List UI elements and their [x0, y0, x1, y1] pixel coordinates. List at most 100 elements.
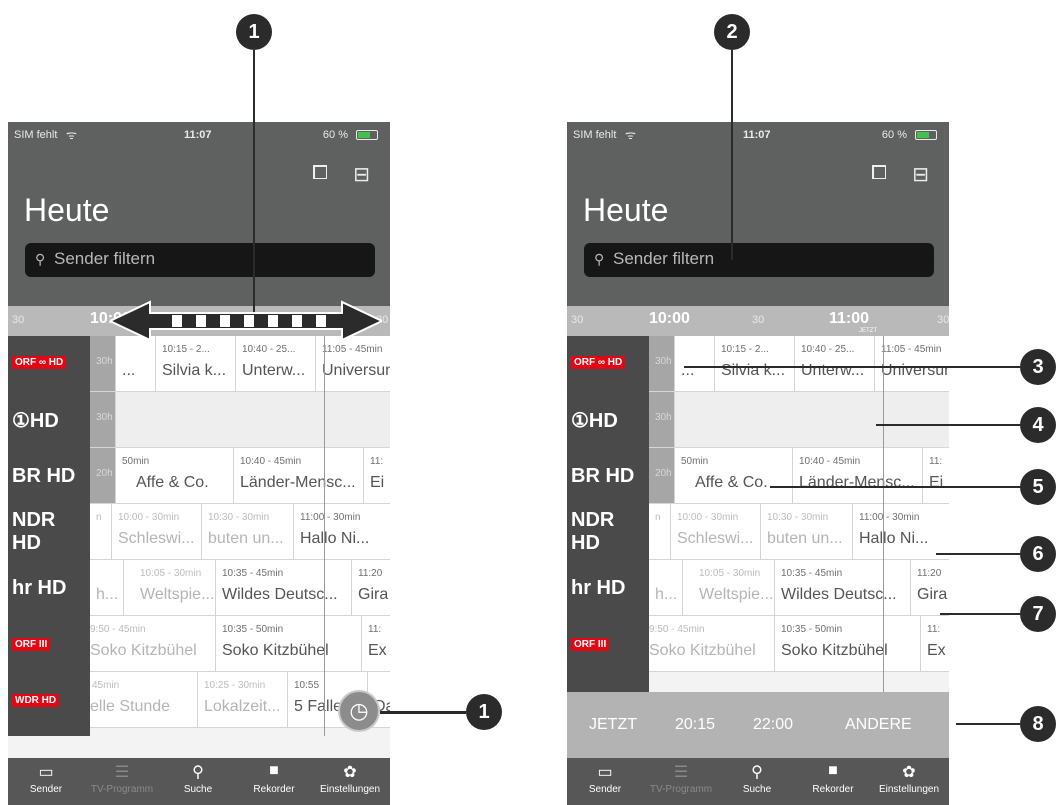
battery-icon: [356, 130, 378, 140]
program-cell[interactable]: 11: Ex: [362, 616, 390, 671]
program-cell[interactable]: 11: Ei: [364, 448, 390, 503]
channel-logo-das-erste[interactable]: ①HD: [12, 400, 86, 440]
program-cell[interactable]: 10:40 - 45min Länder-Mensc...: [234, 448, 364, 503]
tab-sender[interactable]: ▭ Sender: [8, 762, 84, 795]
catchup-cell[interactable]: 30h: [90, 336, 116, 391]
clock-button[interactable]: ◷: [338, 690, 380, 732]
swipe-arrow-icon: [110, 300, 382, 342]
program-cell[interactable]: 10:00 - 30min Schleswi...: [671, 504, 761, 559]
channel-logo-orf3[interactable]: ORF III: [571, 624, 645, 664]
program-cell[interactable]: 10:40 - 45min Länder-Mensc...: [793, 448, 923, 503]
page-title: Heute: [583, 192, 669, 228]
list-icon: ☰: [114, 764, 130, 781]
program-cell-empty: [675, 392, 949, 447]
program-cell[interactable]: 11: Ei: [923, 448, 949, 503]
catchup-cell[interactable]: 30h: [90, 392, 116, 447]
program-cell[interactable]: 50min Affe & Co.: [116, 448, 234, 503]
time-tick: 10:00: [649, 310, 690, 327]
program-cell[interactable]: 10:30 - 30min buten un...: [202, 504, 294, 559]
channel-logo-wdr[interactable]: WDR HD: [12, 680, 86, 720]
program-cell[interactable]: 11:05 - 45minUniversum: [875, 336, 949, 391]
tab-rekorder[interactable]: ■ Rekorder: [795, 762, 871, 795]
program-cell[interactable]: 11:00 - 30min Hallo Ni...: [853, 504, 949, 559]
radio-icon[interactable]: ⊟: [353, 162, 370, 187]
quick-2015-button[interactable]: 20:15: [675, 716, 715, 734]
quick-2200-button[interactable]: 22:00: [753, 716, 793, 734]
program-cell[interactable]: 11:00 - 30min Hallo Ni...: [294, 504, 390, 559]
tab-sender[interactable]: ▭ Sender: [567, 762, 643, 795]
program-cell[interactable]: 10:30 - 30min buten un...: [761, 504, 853, 559]
tab-einstellungen[interactable]: ✿ Einstellungen: [312, 762, 388, 795]
catchup-cell[interactable]: 30h: [649, 392, 675, 447]
callout-line: [684, 366, 1020, 368]
callout-line: [731, 50, 733, 260]
program-cell[interactable]: 10:40 - 25... Unterw...: [236, 336, 316, 391]
catchup-cell[interactable]: 20h: [649, 448, 675, 503]
program-grid[interactable]: 30h ... 10:15 - 2... Silvia k... 10:40 - …: [649, 336, 949, 736]
app-header: ⧠ ⊟ Heute ⚲ Sender filtern: [8, 148, 390, 306]
channel-row: 9:50 - 45min Soko Kitzbühel 10:35 - 50min…: [649, 616, 949, 672]
program-cell[interactable]: 9:50 - 45min Soko Kitzbühel: [90, 616, 216, 671]
channel-logo-das-erste[interactable]: ①HD: [571, 400, 645, 440]
catchup-cell[interactable]: 20h: [90, 448, 116, 503]
program-cell[interactable]: n: [90, 504, 112, 559]
program-cell[interactable]: 9:50 - 45min Soko Kitzbühel: [649, 616, 775, 671]
program-cell[interactable]: 10:00 - 30min Schleswi...: [112, 504, 202, 559]
program-cell[interactable]: 10:15 - 2... Silvia k...: [156, 336, 236, 391]
callout-marker: 6: [1020, 536, 1056, 572]
quick-now-button[interactable]: JETZT: [589, 716, 637, 734]
screen-cast-icon[interactable]: ⧠: [871, 162, 887, 185]
program-cell[interactable]: h...: [649, 560, 683, 615]
current-time-line: [324, 336, 325, 736]
search-icon: ⚲: [35, 251, 46, 267]
list-icon: ☰: [673, 764, 689, 781]
program-cell[interactable]: 10:35 - 45min Wildes Deutsc...: [216, 560, 352, 615]
program-cell[interactable]: h...: [90, 560, 124, 615]
channel-row: h... 10:05 - 30min Weltspie... 10:35 - 45…: [90, 560, 390, 616]
search-input[interactable]: ⚲ Sender filtern: [584, 243, 934, 277]
program-cell[interactable]: 10:05 - 30min Weltspie...: [683, 560, 775, 615]
tab-rekorder[interactable]: ■ Rekorder: [236, 762, 312, 795]
channel-logo-hr[interactable]: hr HD: [571, 568, 645, 608]
channel-logo-orf3[interactable]: ORF III: [12, 624, 86, 664]
program-cell[interactable]: 10:40 - 25... Unterw...: [795, 336, 875, 391]
phone-screen-right: SIM fehlt ᯤ 11:07 60 % ⧠ ⊟ Heute ⚲ Sende…: [567, 122, 949, 805]
program-cell[interactable]: 11:20 Gira: [352, 560, 390, 615]
channel-logo-ndr[interactable]: NDR HD: [12, 509, 86, 554]
callout-line: [940, 613, 1020, 615]
program-cell[interactable]: 10:05 - 30min Weltspie...: [124, 560, 216, 615]
channel-row: 30h: [90, 392, 390, 448]
time-ruler[interactable]: 30 10:00 30 11:00 JETZT 30: [567, 306, 949, 336]
tab-suche[interactable]: ⚲ Suche: [719, 762, 795, 795]
program-grid[interactable]: 30h ... 10:15 - 2... Silvia k... 10:40 - …: [90, 336, 390, 736]
program-cell[interactable]: 10:25 - 30min Lokalzeit...: [198, 672, 288, 727]
tab-einstellungen[interactable]: ✿ Einstellungen: [871, 762, 947, 795]
program-cell[interactable]: 10:35 - 45min Wildes Deutsc...: [775, 560, 911, 615]
search-input[interactable]: ⚲ Sender filtern: [25, 243, 375, 277]
screen-cast-icon[interactable]: ⧠: [312, 162, 328, 185]
program-cell[interactable]: 10:35 - 50min Soko Kitzbühel: [216, 616, 362, 671]
tab-suche[interactable]: ⚲ Suche: [160, 762, 236, 795]
channel-logo-br[interactable]: BR HD: [12, 456, 86, 496]
program-cell[interactable]: 45min elle Stunde: [90, 672, 198, 727]
program-cell[interactable]: ...: [675, 336, 715, 391]
program-cell[interactable]: 10:35 - 50min Soko Kitzbühel: [775, 616, 921, 671]
program-cell[interactable]: 11: Ex: [921, 616, 949, 671]
tab-tv-programm[interactable]: ☰ TV-Programm: [643, 762, 719, 795]
quick-other-button[interactable]: ANDERE: [845, 716, 912, 734]
tab-tv-programm[interactable]: ☰ TV-Programm: [84, 762, 160, 795]
program-cell[interactable]: 10:15 - 2... Silvia k...: [715, 336, 795, 391]
program-cell[interactable]: 50min Affe & Co.: [675, 448, 793, 503]
channel-logo-orf1[interactable]: ORF ∞ HD: [12, 342, 86, 382]
catchup-cell[interactable]: 30h: [649, 336, 675, 391]
program-cell[interactable]: 11:20 Gira: [911, 560, 949, 615]
radio-icon[interactable]: ⊟: [912, 162, 929, 187]
channel-logo-column: ORF ∞ HD ①HD BR HD NDR HD hr HD ORF III …: [8, 336, 90, 736]
program-cell[interactable]: n: [649, 504, 671, 559]
channel-logo-hr[interactable]: hr HD: [12, 568, 86, 608]
channel-logo-br[interactable]: BR HD: [571, 456, 645, 496]
channel-logo-orf1[interactable]: ORF ∞ HD: [571, 342, 645, 382]
program-cell[interactable]: ...: [116, 336, 156, 391]
channel-logo-ndr[interactable]: NDR HD: [571, 509, 645, 554]
program-cell[interactable]: 11:05 - 45minUniversum: [316, 336, 390, 391]
